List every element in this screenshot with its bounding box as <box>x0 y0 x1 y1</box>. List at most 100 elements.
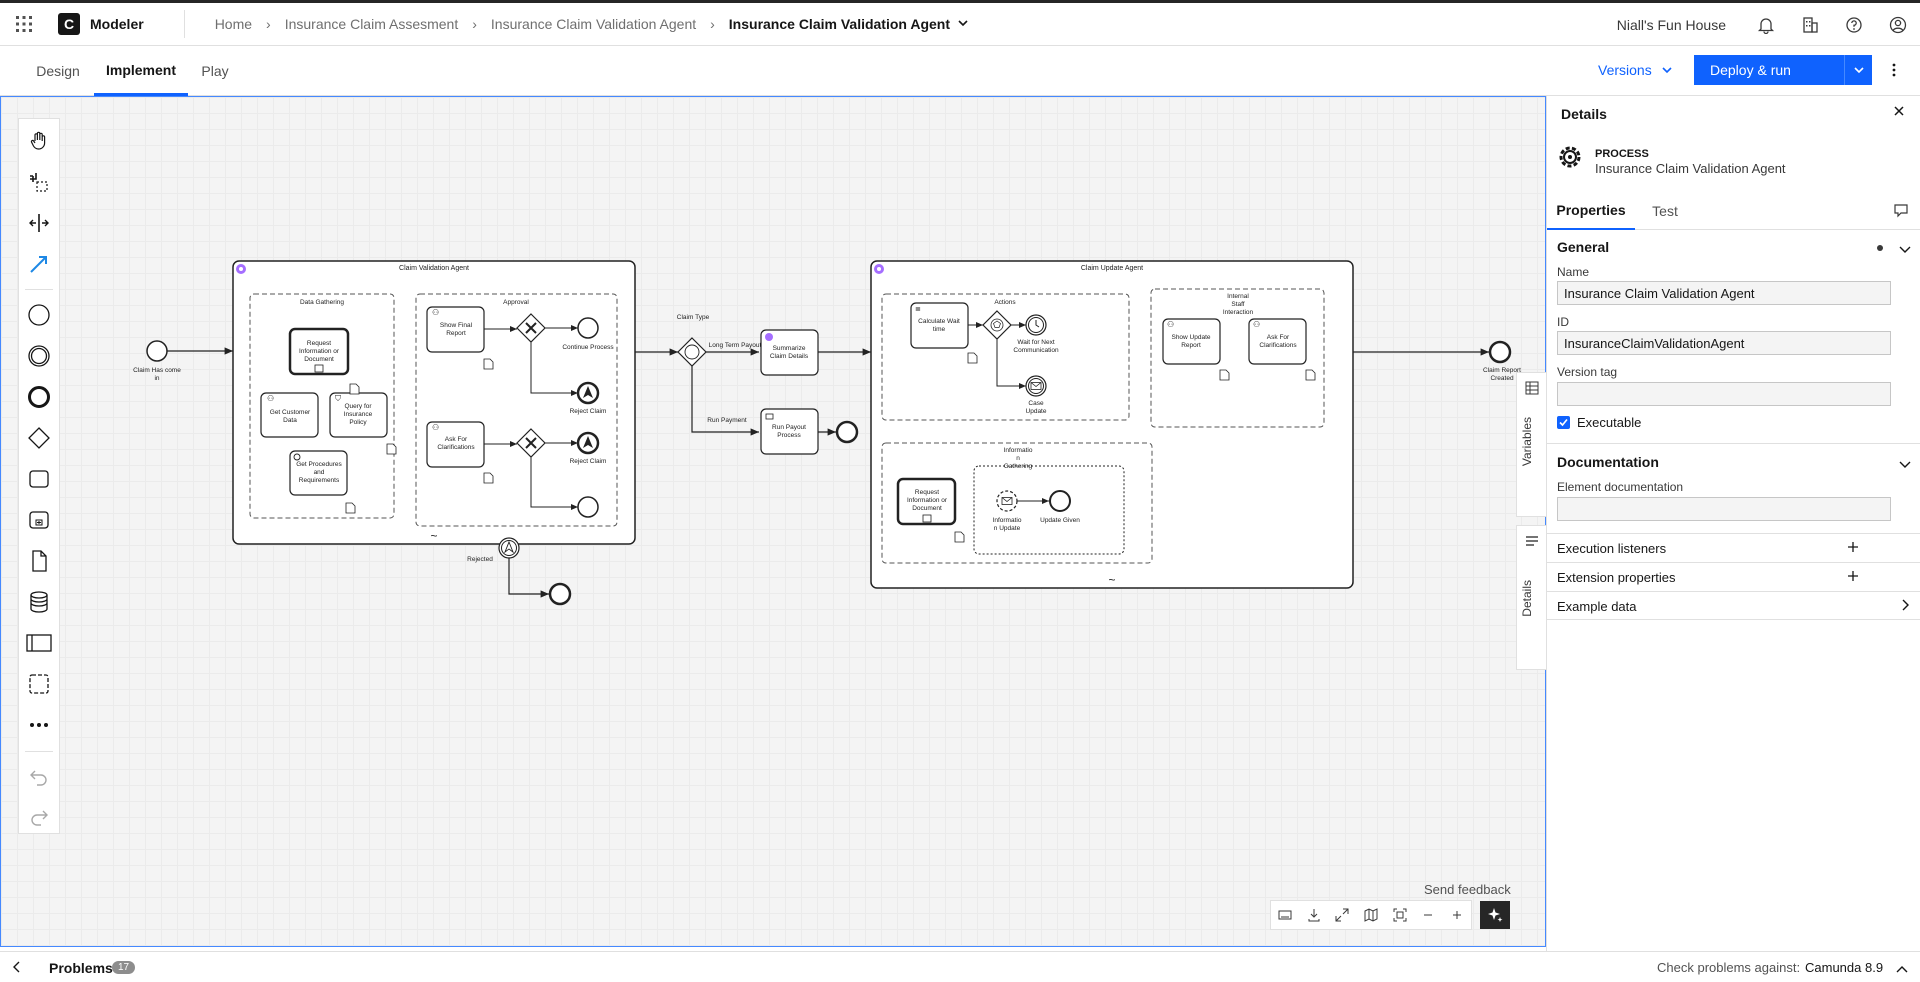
extension-properties-row[interactable]: Extension properties <box>1547 562 1920 591</box>
section-documentation[interactable]: Documentation <box>1557 454 1659 470</box>
chevron-left-icon[interactable] <box>12 960 22 978</box>
start-event[interactable] <box>146 340 168 362</box>
data-object-icon <box>345 502 356 514</box>
chevron-right-icon[interactable] <box>1901 598 1909 616</box>
comment-icon[interactable] <box>1893 202 1909 223</box>
tab-test[interactable]: Test <box>1637 192 1693 230</box>
breadcrumb-separator: › <box>266 16 271 32</box>
organization-building-icon[interactable] <box>1788 3 1832 46</box>
send-feedback-link[interactable]: Send feedback <box>1424 882 1511 897</box>
fullscreen-icon[interactable] <box>1328 901 1357 929</box>
element-documentation-field[interactable] <box>1557 497 1891 521</box>
execution-listeners-row[interactable]: Execution listeners <box>1547 533 1920 562</box>
variables-side-tab[interactable]: Variables <box>1516 372 1546 517</box>
ask-clarifications-task[interactable]: ⚇ Ask For Clarifications <box>1248 318 1307 365</box>
svg-text:SummarizeClaim Details: Summarize Claim Details <box>770 345 809 360</box>
check-problems-label: Check problems against: <box>1657 960 1801 975</box>
gateway-label: Claim Type <box>677 314 710 321</box>
fit-to-screen-icon[interactable] <box>1385 901 1414 929</box>
add-icon[interactable] <box>1847 540 1859 558</box>
query-insurance-policy-task[interactable]: ⛉ Query for Insurance Policy <box>329 392 388 438</box>
subprocess-title: Claim Update Agent <box>1081 265 1143 272</box>
add-icon[interactable] <box>1847 569 1859 587</box>
overflow-menu-icon[interactable] <box>1884 56 1904 84</box>
notification-bell-icon[interactable] <box>1744 3 1788 46</box>
top-bar: C Modeler Home › Insurance Claim Assesme… <box>0 0 1920 46</box>
ask-clarifications-task[interactable]: ⚇ Ask For Clarifications <box>426 421 485 468</box>
minimap-icon[interactable] <box>1357 901 1386 929</box>
tab-implement[interactable]: Implement <box>94 46 188 96</box>
name-label: Name <box>1557 265 1590 279</box>
get-procedures-task[interactable]: Get Procedures and Requirements <box>289 450 348 496</box>
chevron-down-icon <box>1662 62 1672 78</box>
breadcrumb-home[interactable]: Home <box>215 16 252 32</box>
breadcrumb-project[interactable]: Insurance Claim Assesment <box>285 16 459 32</box>
end-event-label: Update Given <box>1040 517 1080 524</box>
engine-version-select[interactable]: Camunda 8.9 <box>1805 960 1883 975</box>
executable-label: Executable <box>1577 415 1642 430</box>
download-icon[interactable] <box>1300 901 1329 929</box>
claim-type-gateway[interactable] <box>677 337 707 367</box>
bpmn-diagram[interactable]: Claim Has come in Claim Validation Agent … <box>0 96 1546 947</box>
calculate-wait-time-task[interactable]: ≣ Calculate Wait time <box>910 302 969 349</box>
unsaved-indicator-dot <box>1877 245 1883 251</box>
camunda-logo[interactable]: C <box>58 13 80 35</box>
app-switcher-icon[interactable] <box>0 3 48 46</box>
problems-label[interactable]: Problems <box>49 960 113 976</box>
id-field[interactable]: InsuranceClaimValidationAgent <box>1557 331 1891 355</box>
end-event[interactable] <box>577 496 599 518</box>
list-icon <box>1526 536 1538 546</box>
tab-design[interactable]: Design <box>26 46 90 96</box>
end-event[interactable] <box>835 420 859 444</box>
end-event[interactable] <box>1049 490 1071 512</box>
chevron-down-icon[interactable] <box>958 15 968 33</box>
event-label: Informatio n Update <box>993 517 1022 532</box>
versions-button[interactable]: Versions <box>1598 55 1672 85</box>
show-final-report-task[interactable]: ⚇ Show Final Report <box>426 306 485 353</box>
element-documentation-label: Element documentation <box>1557 480 1684 494</box>
show-update-report-task[interactable]: ⚇ Show Update Report <box>1162 318 1221 365</box>
version-tag-field[interactable] <box>1557 382 1891 406</box>
message-start-event[interactable] <box>996 490 1018 512</box>
chevron-down-icon[interactable] <box>1899 241 1911 259</box>
request-information-subprocess[interactable]: Request Information or Document <box>896 477 957 526</box>
tab-properties[interactable]: Properties <box>1547 192 1635 230</box>
get-customer-data-task[interactable]: ⚇ Get Customer Data <box>260 392 319 438</box>
divider <box>183 10 185 38</box>
zoom-out-icon[interactable] <box>1414 901 1443 929</box>
zoom-in-icon[interactable] <box>1442 901 1471 929</box>
timer-event[interactable] <box>1025 314 1047 336</box>
run-payout-process-task[interactable]: Run Payout Process <box>760 408 819 455</box>
app-name[interactable]: Modeler <box>90 16 144 32</box>
element-name: Insurance Claim Validation Agent <box>1595 161 1786 176</box>
tab-play[interactable]: Play <box>194 46 236 96</box>
start-event-label: Claim Has come in <box>133 367 181 382</box>
group-label: Approval <box>503 299 529 306</box>
summarize-claim-details-task[interactable]: Summarize Claim Details <box>760 329 819 376</box>
request-information-subprocess[interactable]: Request Information or Document <box>288 327 350 376</box>
continue-process-end-event[interactable] <box>577 317 599 339</box>
rejected-boundary-event[interactable] <box>498 537 520 559</box>
keyboard-shortcuts-icon[interactable] <box>1271 901 1300 929</box>
section-general[interactable]: General <box>1557 239 1609 255</box>
breadcrumb-current-file[interactable]: Insurance Claim Validation Agent <box>729 16 950 32</box>
details-side-tab[interactable]: Details <box>1516 525 1546 670</box>
name-field[interactable]: Insurance Claim Validation Agent <box>1557 281 1891 305</box>
chevron-up-icon[interactable] <box>1896 962 1908 980</box>
executable-checkbox[interactable] <box>1557 416 1570 429</box>
deploy-options-button[interactable] <box>1844 55 1872 85</box>
ai-assistant-sparkle-icon[interactable] <box>1480 901 1510 929</box>
message-event[interactable] <box>1025 375 1047 397</box>
claim-report-end-event[interactable] <box>1488 340 1512 364</box>
example-data-row[interactable]: Example data <box>1547 591 1920 620</box>
end-event[interactable] <box>548 582 572 606</box>
breadcrumb-folder[interactable]: Insurance Claim Validation Agent <box>491 16 696 32</box>
user-avatar-icon[interactable] <box>1876 3 1920 46</box>
help-icon[interactable] <box>1832 3 1876 46</box>
table-icon <box>1525 381 1539 395</box>
organization-name[interactable]: Niall's Fun House <box>1617 17 1726 33</box>
data-object-icon <box>483 472 494 484</box>
close-icon[interactable] <box>1893 104 1905 122</box>
deploy-run-button[interactable]: Deploy & run <box>1694 55 1844 85</box>
chevron-down-icon[interactable] <box>1899 456 1911 474</box>
